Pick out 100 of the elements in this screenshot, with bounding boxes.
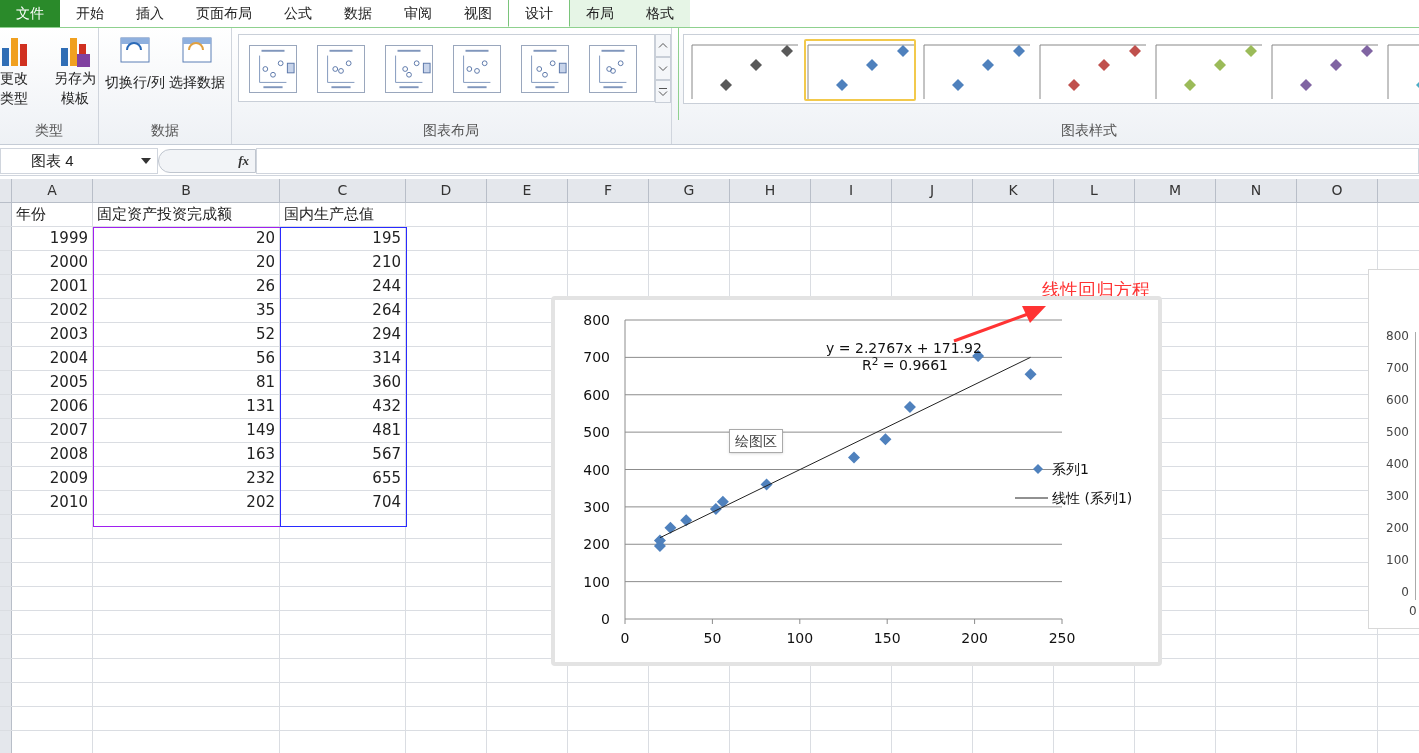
ribbon-tab[interactable]: 格式 [630,0,690,27]
column-header[interactable]: O [1297,179,1378,202]
column-header[interactable]: L [1054,179,1135,202]
legend-label: 系列1 [1052,461,1089,477]
r-squared-label: R$^{2}$ = 0.9661 [860,356,949,374]
table-cell: 2000 [12,251,93,274]
table-cell: 360 [280,371,406,394]
ribbon-tab[interactable]: 开始 [60,0,120,27]
y-tick-label: 200 [1385,520,1409,537]
y-tick-label: 0 [601,611,610,627]
ribbon-button[interactable]: 更改 类型 [0,34,46,120]
x-tick-label: 100 [786,630,814,646]
y-tick-label: 400 [583,461,610,478]
x-tick-label: 0 [620,630,630,646]
table-cell: 232 [93,467,280,490]
y-tick-label: 700 [1385,360,1409,377]
group-label: 数据 [149,121,180,140]
group-label: 类型 [34,121,64,140]
table-cell: 固定资产投资完成额 [93,203,280,226]
table-cell: 163 [93,443,280,466]
ribbon-tab[interactable]: 页面布局 [180,0,268,27]
table-cell: 35 [93,299,280,322]
table-cell: 149 [93,419,280,442]
ribbon-tab[interactable]: 设计 [508,0,570,27]
table-cell: 294 [280,323,406,346]
table-cell: 2004 [12,347,93,370]
chart-frame[interactable]: 800 700 600 500 400 300 200 100 0 0 [1368,269,1419,629]
table-cell: 2005 [12,371,93,394]
ribbon-tab[interactable]: 公式 [268,0,328,27]
table-cell: 2001 [12,275,93,298]
table-cell: 314 [280,347,406,370]
table-cell: 2006 [12,395,93,418]
column-header[interactable]: K [973,179,1054,202]
column-header[interactable]: N [1216,179,1297,202]
ribbon-button[interactable]: 另存为 模板 [52,34,98,120]
y-tick-label: 500 [1385,424,1409,441]
name-box[interactable]: 图表 4 [0,148,158,174]
table-cell: 52 [93,323,280,346]
button-label: 模板 [61,89,89,108]
ribbon-tab[interactable]: 数据 [328,0,388,27]
table-cell: 20 [93,251,280,274]
button-label: 另存为 [54,69,96,88]
y-tick-label: 600 [583,386,610,403]
legend-label: 线性 (系列1) [1052,490,1133,506]
y-tick-label: 200 [583,536,610,553]
column-header[interactable]: F [568,179,649,202]
table-cell: 244 [280,275,406,298]
x-tick-label: 0 [1409,603,1417,620]
ribbon-tab[interactable]: 视图 [448,0,508,27]
chart-frame[interactable]: 0 100 200 300 400 500 600 700 800 0 50 100 150 200 250 y = 2.2767x + 171.92 R$^{2}$ = 0.9661 系列1 线性 (系列1) 绘图区 [551,296,1162,666]
group-label: 图表布局 [422,121,481,140]
column-header[interactable]: A [12,179,93,202]
table-cell: 2007 [12,419,93,442]
column-header[interactable]: G [649,179,730,202]
table-cell: 年份 [12,203,93,226]
x-tick-label: 150 [873,630,901,646]
y-tick-label: 600 [1385,392,1409,409]
column-header[interactable]: I [811,179,892,202]
ribbon-tab[interactable]: 文件 [0,0,60,27]
y-tick-label: 300 [1385,488,1409,505]
group-label: 图表样式 [1060,121,1119,140]
table-cell: 2002 [12,299,93,322]
y-tick-label: 800 [583,312,610,328]
table-cell: 195 [280,227,406,250]
column-header[interactable]: C [280,179,406,202]
x-tick-label: 50 [703,630,722,646]
ribbon-button[interactable]: 切换行/列 [105,36,165,120]
ribbon-tab[interactable]: 布局 [570,0,630,27]
button-label: 类型 [0,89,28,108]
column-header[interactable]: D [406,179,487,202]
table-cell: 2003 [12,323,93,346]
y-tick-label: 400 [1385,456,1409,473]
tooltip: 绘图区 [729,429,783,453]
table-cell: 704 [280,491,406,514]
y-tick-label: 100 [583,573,610,590]
column-header[interactable]: H [730,179,811,202]
table-cell: 20 [93,227,280,250]
ribbon-tab[interactable]: 插入 [120,0,180,27]
table-cell: 432 [280,395,406,418]
function-button[interactable]: fx [238,151,249,171]
trendline-equation: y = 2.2767x + 171.92 [826,340,982,356]
column-header[interactable]: E [487,179,568,202]
y-tick-label: 300 [583,498,610,515]
table-cell: 567 [280,443,406,466]
table-cell: 1999 [12,227,93,250]
column-header[interactable]: M [1135,179,1216,202]
table-cell: 131 [93,395,280,418]
table-cell: 56 [93,347,280,370]
ribbon-tab[interactable]: 审阅 [388,0,448,27]
y-tick-label: 700 [583,349,610,366]
table-cell: 655 [280,467,406,490]
ribbon-button[interactable]: 选择数据 [168,36,225,120]
table-cell: 81 [93,371,280,394]
y-tick-label: 800 [1385,328,1409,345]
column-header[interactable]: B [93,179,280,202]
x-tick-label: 250 [1048,630,1076,646]
table-cell: 26 [93,275,280,298]
table-cell: 264 [280,299,406,322]
column-header[interactable]: J [892,179,973,202]
table-cell: 2010 [12,491,93,514]
